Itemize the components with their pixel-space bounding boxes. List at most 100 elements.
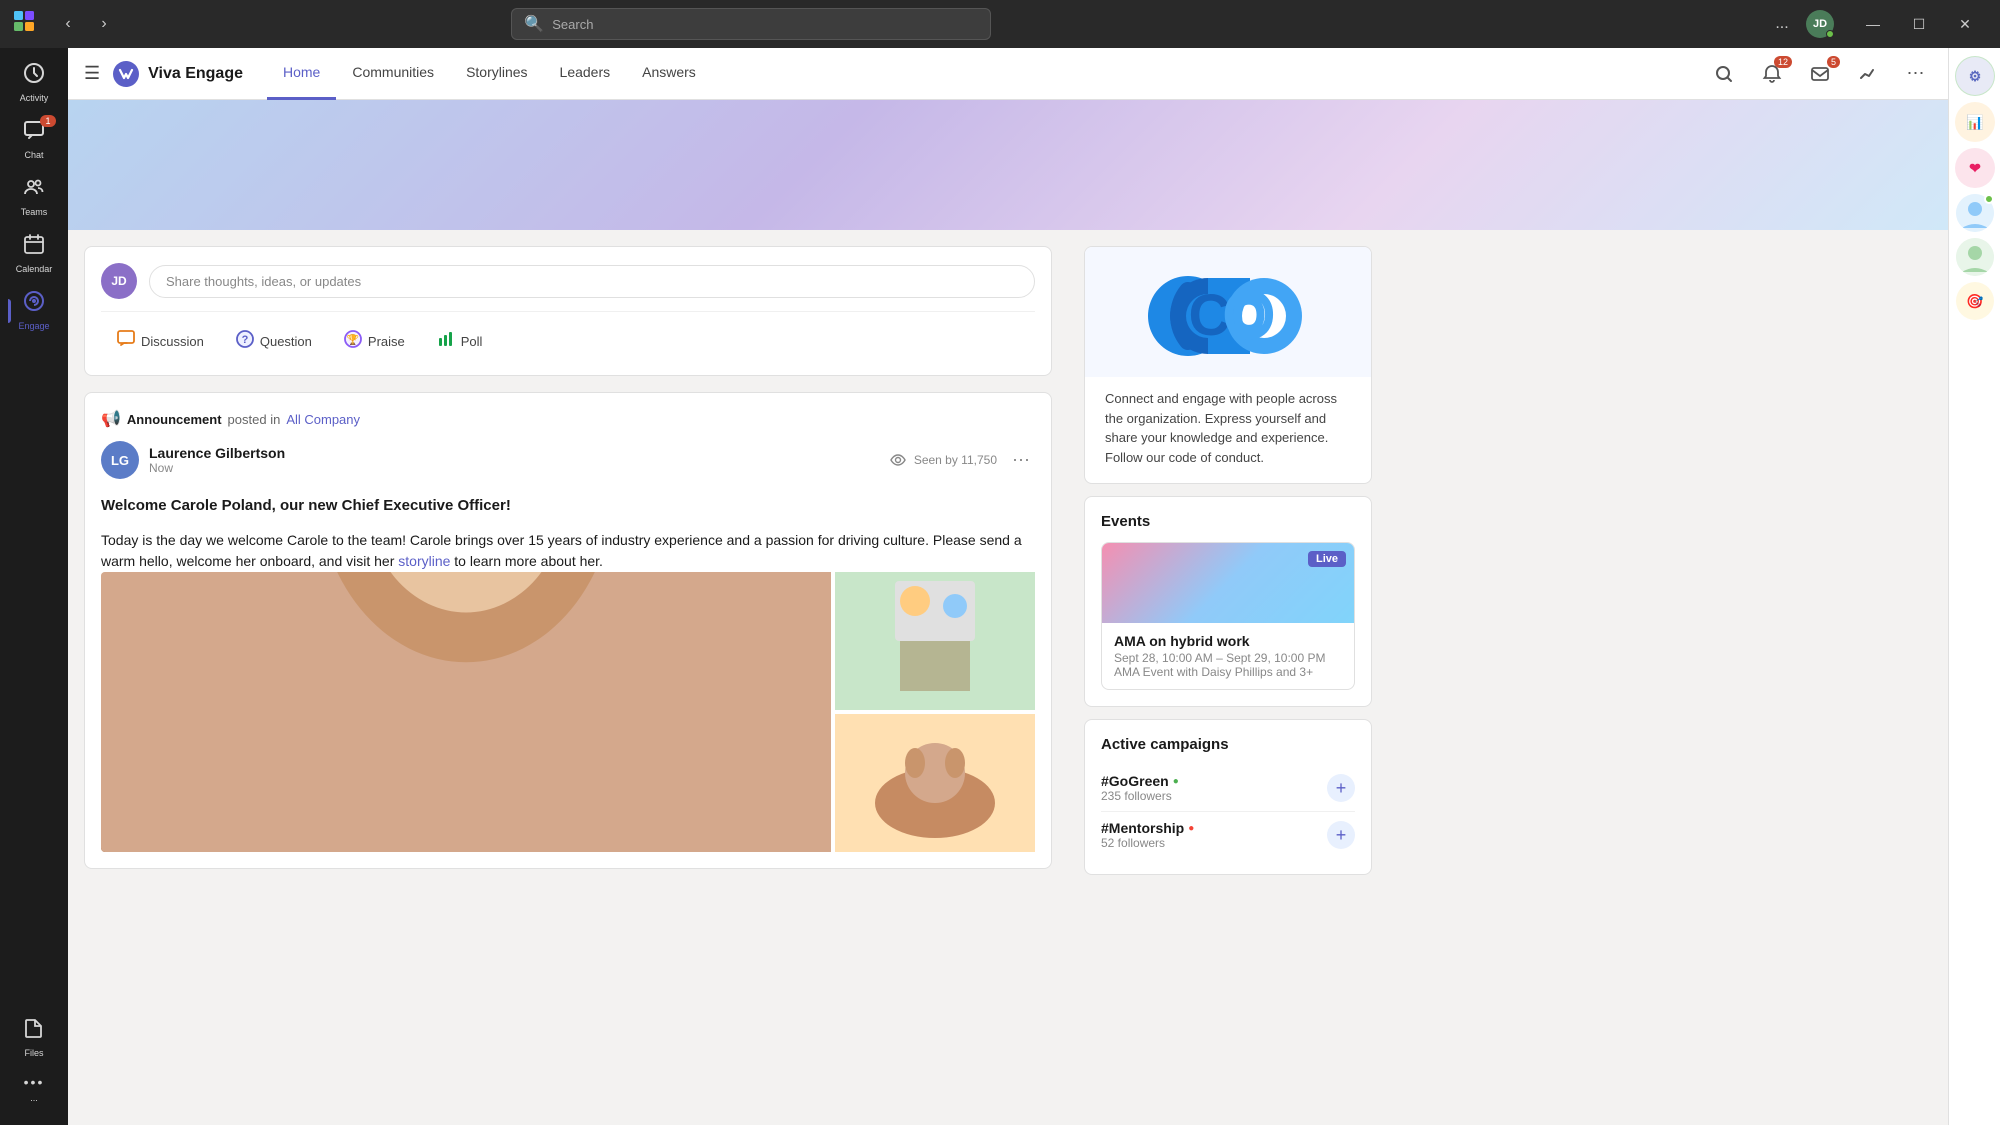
post-seen: Seen by 11,750 — [890, 452, 997, 468]
announcement-label: Announcement — [127, 412, 222, 427]
community-link[interactable]: All Company — [286, 412, 360, 427]
gogreen-followers: 235 followers — [1101, 789, 1179, 803]
post-author-info: Laurence Gilbertson Now — [149, 445, 880, 475]
title-bar: ‹ › 🔍 ... JD — ☐ ✕ — [0, 0, 2000, 48]
post-menu-button[interactable]: ⋯ — [1007, 446, 1035, 474]
right-panel-icon-1[interactable]: ⚙ — [1955, 56, 1995, 96]
post-image-main — [101, 572, 831, 852]
praise-button[interactable]: 🏆 Praise — [328, 324, 421, 359]
event-banner: Live — [1102, 543, 1354, 623]
right-panel-avatar-1[interactable] — [1956, 194, 1994, 232]
user-avatar-titlebar[interactable]: JD — [1806, 10, 1834, 38]
svg-text:⚙: ⚙ — [1968, 68, 1981, 84]
main-scroll[interactable]: JD Share thoughts, ideas, or updates — [68, 100, 1948, 1125]
co-logo-text: CO — [1188, 287, 1267, 345]
o-letter: O — [1226, 283, 1267, 348]
event-host: AMA Event with Daisy Phillips and 3+ — [1114, 665, 1342, 679]
red-dot-icon: ● — [1188, 823, 1194, 834]
follow-gogreen-button[interactable]: + — [1327, 774, 1355, 802]
event-title: AMA on hybrid work — [1114, 633, 1342, 649]
menu-button[interactable]: ☰ — [84, 63, 100, 84]
c-letter: C — [1188, 283, 1226, 348]
events-title: Events — [1101, 513, 1355, 530]
sidebar-item-more[interactable]: ••• ... — [8, 1068, 60, 1109]
community-card-body: Connect and engage with people across th… — [1085, 377, 1371, 483]
search-input-titlebar[interactable] — [552, 17, 978, 32]
nav-leaders[interactable]: Leaders — [544, 48, 627, 100]
files-label: Files — [24, 1048, 43, 1058]
discussion-icon — [117, 330, 135, 353]
engage-label: Engage — [18, 321, 49, 331]
sidebar-item-files[interactable]: Files — [8, 1011, 60, 1064]
post-images — [101, 572, 1035, 852]
right-panel-icon-5[interactable]: 🎯 — [1956, 282, 1994, 325]
community-card: CO Connect and engage with people across… — [1084, 246, 1372, 484]
more-options-button[interactable]: ... — [1766, 8, 1798, 40]
sidebar-item-teams[interactable]: Teams — [8, 170, 60, 223]
sidebar-item-chat[interactable]: 1 Chat — [8, 113, 60, 166]
content-area: ☰ Viva Engage Home Communities Storyline… — [68, 48, 1948, 1125]
storyline-link[interactable]: storyline — [398, 553, 450, 569]
event-item[interactable]: Live AMA on hybrid work Sept 28, 10:00 A… — [1101, 542, 1355, 690]
more-icon: ••• — [24, 1074, 45, 1090]
more-nav-button[interactable]: ⋯ — [1900, 58, 1932, 90]
engage-icon — [23, 290, 45, 318]
poll-label: Poll — [461, 334, 483, 349]
sidebar-item-engage[interactable]: Engage — [8, 284, 60, 337]
question-button[interactable]: ? Question — [220, 324, 328, 359]
poll-icon — [437, 330, 455, 353]
back-button[interactable]: ‹ — [52, 8, 84, 40]
svg-text:📊: 📊 — [1966, 114, 1983, 131]
campaign-item-mentorship: #Mentorship ● 52 followers + — [1101, 812, 1355, 858]
campaigns-title: Active campaigns — [1101, 736, 1355, 753]
post-image-bottom-right — [835, 714, 1035, 852]
forward-button[interactable]: › — [88, 8, 120, 40]
post-images-right — [835, 572, 1035, 852]
sidebar: Activity 1 Chat Teams — [0, 48, 68, 1125]
discussion-button[interactable]: Discussion — [101, 324, 220, 359]
post-content: Welcome Carole Poland, our new Chief Exe… — [101, 495, 1035, 572]
feed-column: JD Share thoughts, ideas, or updates — [68, 230, 1068, 891]
analytics-button[interactable] — [1852, 58, 1884, 90]
right-panel-icon-3[interactable]: ❤ — [1955, 148, 1995, 188]
community-logo: CO — [1085, 247, 1371, 377]
composer-card: JD Share thoughts, ideas, or updates — [84, 246, 1052, 376]
right-panel-icon-2[interactable]: 📊 — [1955, 102, 1995, 142]
campaign-item-gogreen: #GoGreen ● 235 followers + — [1101, 765, 1355, 812]
close-button[interactable]: ✕ — [1942, 8, 1988, 40]
discussion-label: Discussion — [141, 334, 204, 349]
poll-button[interactable]: Poll — [421, 324, 499, 359]
nav-answers[interactable]: Answers — [626, 48, 712, 100]
follow-mentorship-button[interactable]: + — [1327, 821, 1355, 849]
green-dot-icon: ● — [1173, 776, 1179, 787]
co-letters: CO — [1138, 271, 1318, 361]
post-card: 📢 Announcement posted in All Company LG … — [84, 392, 1052, 869]
composer-actions: Discussion ? Question — [101, 311, 1035, 359]
search-button[interactable] — [1708, 58, 1740, 90]
right-panel-avatar-2[interactable] — [1956, 238, 1994, 276]
maximize-button[interactable]: ☐ — [1896, 8, 1942, 40]
app-logo — [12, 9, 36, 39]
active-indicator — [8, 299, 11, 323]
viva-engage-logo — [112, 60, 140, 88]
minimize-button[interactable]: — — [1850, 8, 1896, 40]
praise-icon: 🏆 — [344, 330, 362, 353]
right-sidebar: CO Connect and engage with people across… — [1068, 230, 1388, 891]
global-search-bar[interactable]: 🔍 — [511, 8, 991, 40]
notifications-button[interactable]: 12 — [1756, 58, 1788, 90]
nav-home[interactable]: Home — [267, 48, 336, 100]
community-description: Connect and engage with people across th… — [1101, 389, 1355, 467]
nav-communities[interactable]: Communities — [336, 48, 450, 100]
composer-input[interactable]: Share thoughts, ideas, or updates — [149, 265, 1035, 298]
sidebar-item-calendar[interactable]: Calendar — [8, 227, 60, 280]
nav-storylines[interactable]: Storylines — [450, 48, 543, 100]
co-logo-container: CO — [1138, 271, 1318, 361]
seen-count: Seen by 11,750 — [914, 453, 997, 467]
campaigns-card: Active campaigns #GoGreen ● 235 follower… — [1084, 719, 1372, 875]
svg-text:🎯: 🎯 — [1966, 293, 1984, 309]
post-image-top-right — [835, 572, 1035, 710]
sidebar-item-activity[interactable]: Activity — [8, 56, 60, 109]
announcement-icon: 📢 — [101, 409, 121, 429]
mail-button[interactable]: 5 — [1804, 58, 1836, 90]
more-nav-icon: ⋯ — [1907, 63, 1926, 84]
